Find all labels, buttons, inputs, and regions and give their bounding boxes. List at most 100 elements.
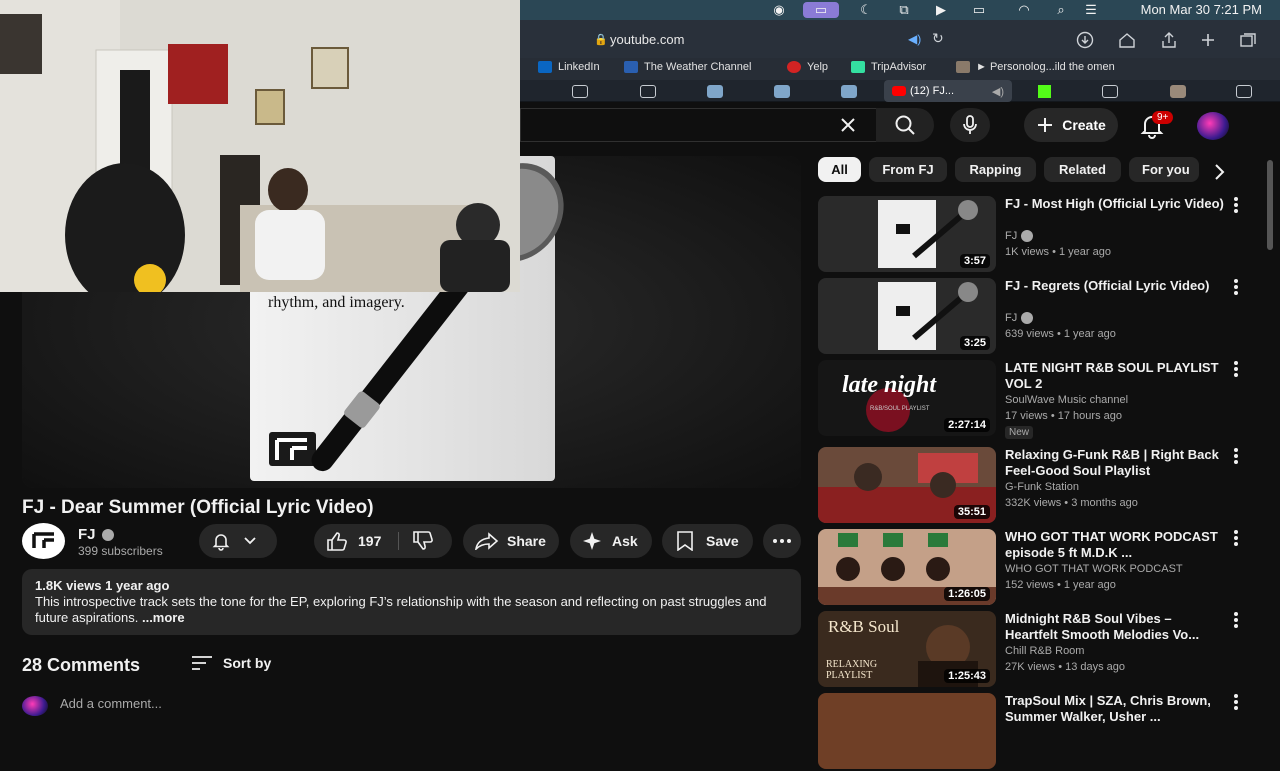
chip-for-you[interactable]: For you — [1129, 157, 1199, 182]
bookmark-tripadvisor[interactable]: TripAdvisor — [851, 61, 926, 73]
related-video-item[interactable]: 3:57 FJ - Most High (Official Lyric Video… — [818, 196, 1258, 274]
stage-manager-icon[interactable]: ▭ — [803, 2, 839, 18]
tab-download[interactable] — [1234, 83, 1254, 99]
clear-search-icon[interactable] — [838, 115, 858, 135]
more-vertical-icon[interactable] — [1230, 611, 1242, 629]
related-video-item[interactable]: 35:51 Relaxing G-Funk R&B | Right Back Fe… — [818, 447, 1258, 525]
related-video-thumbnail[interactable]: R&B Soul RELAXING PLAYLIST 1:25:43 — [818, 611, 996, 687]
screen-record-icon[interactable]: ◉ — [768, 2, 790, 18]
more-vertical-icon[interactable] — [1230, 360, 1242, 378]
subscribed-notifications-button[interactable] — [199, 524, 277, 558]
related-video-channel[interactable]: FJ — [1005, 230, 1034, 242]
chip-rapping[interactable]: Rapping — [955, 157, 1036, 182]
duration-badge: 3:25 — [959, 336, 990, 350]
search-input[interactable] — [520, 108, 876, 142]
related-video-item[interactable]: TrapSoul Mix | SZA, Chris Brown, Summer … — [818, 693, 1258, 771]
related-video-title[interactable]: TrapSoul Mix | SZA, Chris Brown, Summer … — [1005, 693, 1227, 725]
related-video-channel[interactable]: SoulWave Music channel — [1005, 394, 1128, 406]
tab-search[interactable] — [839, 83, 859, 99]
media-play-icon[interactable]: ▶ — [930, 2, 952, 18]
related-video-thumbnail[interactable]: late night R&B/SOUL PLAYLIST 2:27:14 — [818, 360, 996, 436]
dislike-button[interactable] — [412, 531, 434, 551]
tab-download[interactable] — [570, 83, 590, 99]
tab-download[interactable] — [1100, 83, 1120, 99]
channel-name[interactable]: FJ — [78, 526, 114, 543]
more-vertical-icon[interactable] — [1230, 196, 1242, 214]
thumbnail-text: R&B Soul — [828, 617, 900, 636]
related-video-item[interactable]: 3:25 FJ - Regrets (Official Lyric Video) F… — [818, 278, 1258, 356]
webcam-scene — [0, 0, 520, 292]
battery-icon[interactable]: ▭ — [966, 2, 992, 18]
related-video-title[interactable]: WHO GOT THAT WORK PODCAST episode 5 ft M… — [1005, 529, 1227, 561]
account-avatar[interactable] — [1197, 112, 1229, 140]
sort-by-button[interactable]: Sort by — [191, 655, 271, 671]
control-center-icon[interactable]: ☰ — [1080, 2, 1102, 18]
comments-count: 28 Comments — [22, 655, 141, 675]
share-icon[interactable] — [1160, 31, 1178, 49]
menubar-clock[interactable]: Mon Mar 30 7:21 PM — [1141, 2, 1262, 17]
tab-youtube-active[interactable]: (12) FJ... ◀) — [884, 80, 1012, 102]
tab-search[interactable] — [772, 83, 792, 99]
more-vertical-icon[interactable] — [1230, 447, 1242, 465]
more-vertical-icon[interactable] — [1230, 278, 1242, 296]
related-video-thumbnail[interactable]: 35:51 — [818, 447, 996, 523]
tab-kick[interactable] — [1034, 83, 1054, 99]
sparkle-icon — [583, 532, 601, 550]
bookmark-yelp[interactable]: Yelp — [787, 61, 828, 73]
focus-moon-icon[interactable]: ☾ — [855, 2, 877, 18]
search-button[interactable] — [876, 108, 934, 142]
related-video-thumbnail[interactable]: 3:25 — [818, 278, 996, 354]
related-video-channel[interactable]: Chill R&B Room — [1005, 645, 1084, 657]
chip-from-fj[interactable]: From FJ — [869, 157, 947, 182]
tab-photo[interactable] — [1168, 83, 1188, 99]
channel-avatar[interactable] — [22, 523, 65, 559]
related-video-title[interactable]: Midnight R&B Soul Vibes – Heartfelt Smoo… — [1005, 611, 1227, 643]
screen-mirror-icon[interactable]: ⧉ — [893, 2, 915, 18]
chevron-right-icon[interactable] — [1208, 161, 1230, 183]
tab-audio-icon[interactable]: ◀) — [992, 85, 1004, 98]
home-icon[interactable] — [1118, 31, 1136, 49]
create-button[interactable]: Create — [1024, 108, 1118, 142]
scrollbar[interactable] — [1267, 160, 1273, 250]
new-tab-icon[interactable] — [1199, 31, 1217, 49]
bookmark-linkedin[interactable]: LinkedIn — [538, 61, 600, 73]
description-more-link[interactable]: ...more — [142, 610, 185, 625]
more-actions-button[interactable] — [763, 524, 801, 558]
related-video-title[interactable]: FJ - Regrets (Official Lyric Video) — [1005, 278, 1227, 294]
chip-all[interactable]: All — [818, 157, 861, 182]
like-button[interactable]: 197 — [326, 531, 381, 551]
reload-icon[interactable]: ↻ — [932, 30, 944, 47]
related-video-title[interactable]: Relaxing G-Funk R&B | Right Back Feel-Go… — [1005, 447, 1227, 479]
tab-overview-icon[interactable] — [1239, 31, 1257, 49]
related-video-channel[interactable]: G-Funk Station — [1005, 481, 1079, 493]
description-box[interactable]: 1.8K views 1 year ago This introspective… — [22, 569, 801, 635]
address-bar[interactable]: youtube.com — [610, 32, 684, 47]
related-video-thumbnail[interactable]: 1:26:05 — [818, 529, 996, 605]
related-video-item[interactable]: R&B Soul RELAXING PLAYLIST 1:25:43 Midnight… — [818, 611, 1258, 689]
ask-button[interactable]: Ask — [570, 524, 652, 558]
tab-search[interactable] — [705, 83, 725, 99]
related-video-channel[interactable]: WHO GOT THAT WORK PODCAST — [1005, 563, 1183, 575]
related-video-channel[interactable]: FJ — [1005, 312, 1034, 324]
spotlight-search-icon[interactable]: ⌕ — [1050, 2, 1072, 18]
tab-download[interactable] — [638, 83, 658, 99]
wifi-icon[interactable]: ◠ — [1013, 2, 1035, 18]
more-vertical-icon[interactable] — [1230, 529, 1242, 547]
chip-related[interactable]: Related — [1044, 157, 1121, 182]
related-video-title[interactable]: FJ - Most High (Official Lyric Video) — [1005, 196, 1227, 212]
add-comment-input[interactable]: Add a comment... — [60, 696, 162, 711]
related-video-thumbnail[interactable]: 3:57 — [818, 196, 996, 272]
downloads-icon[interactable] — [1076, 31, 1094, 49]
save-button[interactable]: Save — [662, 524, 753, 558]
more-vertical-icon[interactable] — [1230, 693, 1242, 711]
voice-search-button[interactable] — [950, 108, 990, 142]
related-video-item[interactable]: late night R&B/SOUL PLAYLIST 2:27:14 LATE N… — [818, 360, 1258, 439]
sort-by-label: Sort by — [223, 655, 272, 671]
share-button[interactable]: Share — [463, 524, 559, 558]
bookmark-personology[interactable]: ► Personolog...ild the omen — [956, 61, 1115, 73]
related-video-item[interactable]: 1:26:05 WHO GOT THAT WORK PODCAST episode… — [818, 529, 1258, 607]
related-video-title[interactable]: LATE NIGHT R&B SOUL PLAYLIST VOL 2 — [1005, 360, 1227, 392]
bookmark-weather-channel[interactable]: The Weather Channel — [624, 61, 751, 73]
audio-playing-icon[interactable]: ◀) — [908, 32, 921, 46]
related-video-thumbnail[interactable] — [818, 693, 996, 769]
